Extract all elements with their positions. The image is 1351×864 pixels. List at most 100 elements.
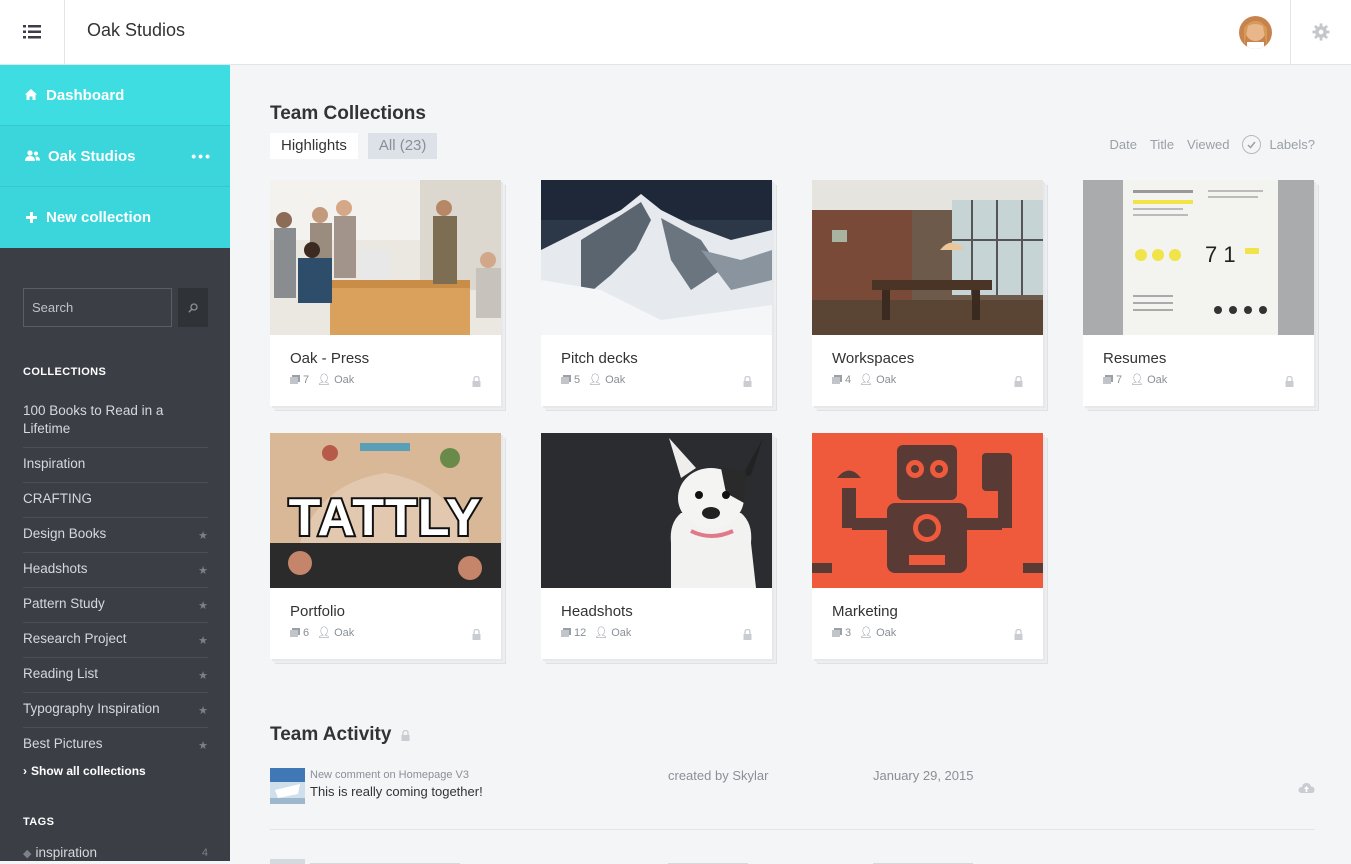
- collection-count: 7: [303, 373, 310, 386]
- owner-label: Oak: [334, 373, 355, 386]
- sidebar-collection-item[interactable]: Inspiration: [23, 448, 208, 483]
- tag-label: inspiration: [35, 845, 98, 860]
- collection-count: 6: [303, 626, 310, 639]
- sidebar-tag-item[interactable]: ◆ inspiration 4: [23, 845, 208, 860]
- collection-meta: 3 👤︎ Oak: [832, 626, 896, 639]
- sort-date[interactable]: Date: [1110, 137, 1137, 152]
- collection-thumbnail: [541, 433, 772, 588]
- sidebar-collection-item[interactable]: Reading List ★: [23, 658, 208, 693]
- lock-icon: [743, 374, 752, 392]
- tab-highlights[interactable]: Highlights: [270, 133, 358, 159]
- activity-date: January 29, 2015: [873, 768, 974, 783]
- lock-icon: [401, 729, 410, 741]
- collection-card[interactable]: Oak - Press 7 👤︎ Oak: [270, 180, 501, 406]
- cloud-upload-icon[interactable]: [1298, 781, 1315, 799]
- collection-label: Typography Inspiration: [23, 701, 160, 716]
- collection-name: Marketing: [832, 603, 898, 620]
- star-icon[interactable]: ★: [198, 527, 208, 545]
- lock-icon: [1014, 627, 1023, 645]
- collection-thumbnail: [812, 433, 1043, 588]
- team-icon: [24, 149, 40, 163]
- owner-label: Oak: [611, 626, 632, 639]
- collection-card[interactable]: 7 1 Resumes 7 👤︎ Oak: [1083, 180, 1314, 406]
- sidebar-item-oak-studios[interactable]: Oak Studios •••: [0, 126, 230, 187]
- labels-toggle-label[interactable]: Labels?: [1269, 137, 1315, 152]
- sidebar-collection-item[interactable]: 100 Books to Read in a Lifetime: [23, 395, 208, 448]
- items-icon: [561, 628, 571, 637]
- owner-label: Oak: [1147, 373, 1168, 386]
- sort-viewed[interactable]: Viewed: [1187, 137, 1229, 152]
- lock-icon: [1014, 374, 1023, 392]
- items-icon: [832, 375, 842, 384]
- user-icon: 👤︎: [317, 374, 332, 386]
- collection-thumbnail: [541, 180, 772, 335]
- collection-name: Resumes: [1103, 350, 1167, 367]
- collection-label: Research Project: [23, 631, 127, 646]
- tab-all[interactable]: All (23): [367, 133, 438, 159]
- show-all-collections-link[interactable]: › Show all collections: [23, 764, 146, 778]
- collection-card[interactable]: Marketing 3 👤︎ Oak: [812, 433, 1043, 659]
- top-bar: Oak Studios: [0, 0, 1351, 65]
- collection-card[interactable]: TATTLY Portfolio 6 👤︎ Oak: [270, 433, 501, 659]
- resume-digits: 7 1: [1205, 242, 1236, 267]
- collection-owner: 👤︎ Oak: [1130, 373, 1168, 387]
- items-icon: [561, 375, 571, 384]
- menu-button[interactable]: [0, 0, 65, 64]
- show-all-label: Show all collections: [31, 764, 146, 778]
- sidebar-nav: Dashboard Oak Studios ••• New collection: [0, 65, 230, 248]
- lock-icon: [743, 627, 752, 645]
- activity-row[interactable]: New comment on Homepage V3 This is reall…: [270, 768, 1315, 830]
- collection-card[interactable]: Pitch decks 5 👤︎ Oak: [541, 180, 772, 406]
- activity-title-text: Team Activity: [270, 724, 392, 745]
- sidebar-item-dashboard[interactable]: Dashboard: [0, 65, 230, 126]
- search-input[interactable]: [23, 288, 172, 327]
- owner-label: Oak: [334, 626, 355, 639]
- collection-thumbnail: [812, 180, 1043, 335]
- sidebar-collection-item[interactable]: Pattern Study ★: [23, 588, 208, 623]
- collection-card[interactable]: Workspaces 4 👤︎ Oak: [812, 180, 1043, 406]
- more-options-icon[interactable]: •••: [191, 148, 212, 164]
- owner-label: Oak: [605, 373, 626, 386]
- user-avatar[interactable]: [1239, 16, 1272, 49]
- tag-icon: ◆: [23, 848, 32, 860]
- settings-button[interactable]: [1290, 0, 1351, 64]
- labels-check-icon[interactable]: [1242, 135, 1262, 154]
- search-button[interactable]: [178, 288, 208, 327]
- plus-icon: [24, 211, 38, 225]
- collections-list: 100 Books to Read in a Lifetime Inspirat…: [23, 395, 208, 762]
- sidebar-collection-item[interactable]: Best Pictures ★: [23, 728, 208, 762]
- lock-icon: [1285, 374, 1294, 392]
- search-icon: [188, 302, 198, 313]
- collection-count: 4: [845, 373, 852, 386]
- star-icon[interactable]: ★: [198, 632, 208, 650]
- user-icon: 👤︎: [317, 627, 332, 639]
- collection-label: Best Pictures: [23, 736, 103, 751]
- tattly-logo: TATTLY: [289, 489, 482, 547]
- sidebar-item-new-collection[interactable]: New collection: [0, 187, 230, 248]
- sort-title[interactable]: Title: [1150, 137, 1174, 152]
- sidebar-collection-item[interactable]: Research Project ★: [23, 623, 208, 658]
- sidebar-collection-item[interactable]: Design Books ★: [23, 518, 208, 553]
- collection-owner: 👤︎ Oak: [317, 626, 355, 640]
- star-icon[interactable]: ★: [198, 702, 208, 720]
- sidebar-collection-item[interactable]: Typography Inspiration ★: [23, 693, 208, 728]
- activity-thumbnail: [270, 768, 305, 804]
- star-icon[interactable]: ★: [198, 737, 208, 755]
- collection-owner: 👤︎ Oak: [588, 373, 626, 387]
- collection-thumbnail: [270, 180, 501, 335]
- collection-name: Oak - Press: [290, 350, 370, 367]
- sidebar-collection-item[interactable]: Headshots ★: [23, 553, 208, 588]
- sidebar-item-label: New collection: [46, 209, 152, 226]
- collection-name: Pitch decks: [561, 350, 638, 367]
- star-icon[interactable]: ★: [198, 562, 208, 580]
- star-icon[interactable]: ★: [198, 597, 208, 615]
- collection-owner: 👤︎ Oak: [594, 626, 632, 640]
- collection-count: 3: [845, 626, 852, 639]
- collection-label: 100 Books to Read in a Lifetime: [23, 403, 164, 436]
- gear-icon: [1312, 23, 1330, 41]
- star-icon[interactable]: ★: [198, 667, 208, 685]
- main-content: Team Collections Highlights All (23) Dat…: [230, 65, 1351, 864]
- sidebar-collection-item[interactable]: CRAFTING: [23, 483, 208, 518]
- collection-card[interactable]: Headshots 12 👤︎ Oak: [541, 433, 772, 659]
- user-icon: 👤︎: [594, 627, 609, 639]
